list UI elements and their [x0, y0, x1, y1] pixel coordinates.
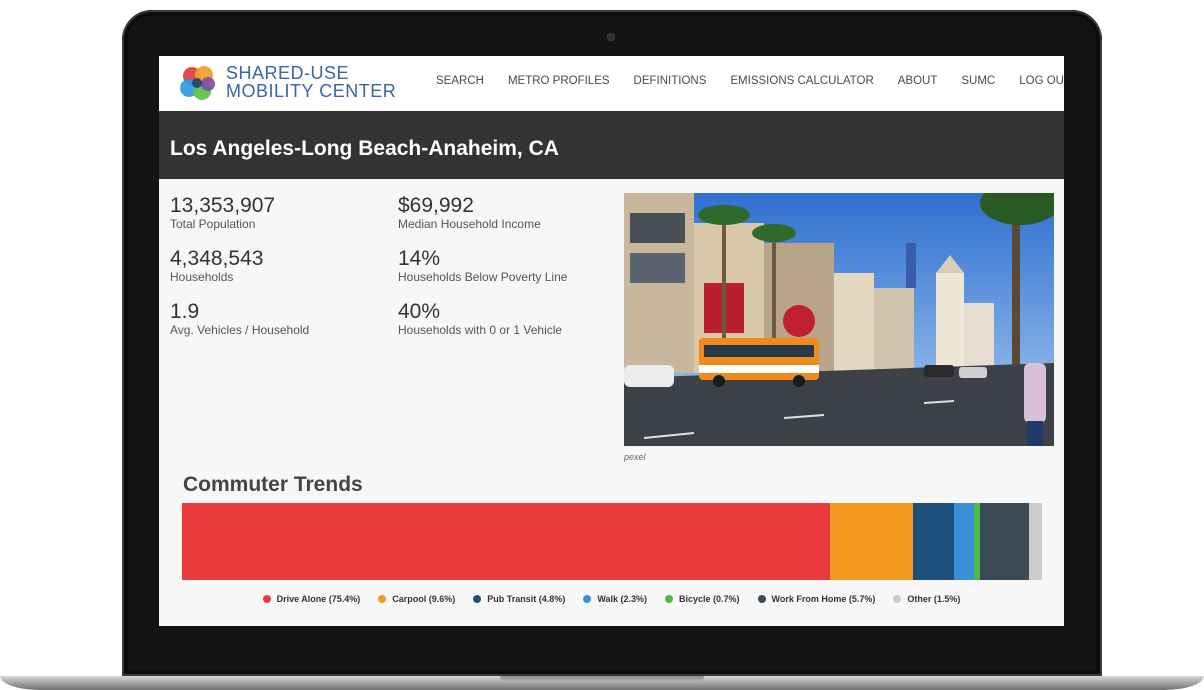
city-street-photo [624, 193, 1054, 446]
legend-item: Work From Home (5.7%) [757, 594, 876, 604]
stat-label: Total Population [170, 217, 256, 231]
commuter-bar-segment-3[interactable] [954, 503, 975, 580]
stat-label: Households [170, 270, 234, 284]
nav-sumc[interactable]: SUMC [961, 75, 995, 87]
legend-dot-icon [262, 595, 271, 603]
legend-label: Bicycle (0.7%) [679, 594, 740, 604]
legend-item: Other (1.5%) [893, 594, 960, 604]
browser-screen: SHARED-USE MOBILITY CENTER SEARCH METRO … [159, 56, 1064, 626]
stat-value: 1.9 [170, 300, 200, 323]
legend-label: Pub Transit (4.8%) [487, 594, 566, 604]
photo-caption: pexel [624, 452, 646, 462]
legend-dot-icon [473, 595, 482, 603]
laptop-base-notch [500, 676, 704, 682]
stat-label: Households with 0 or 1 Vehicle [398, 323, 563, 337]
legend-dot-icon [893, 595, 902, 603]
legend-item: Bicycle (0.7%) [665, 594, 740, 604]
legend-label: Carpool (9.6%) [392, 594, 456, 604]
commuter-bar-segment-1[interactable] [830, 503, 913, 580]
title-bar: Los Angeles-Long Beach-Anaheim, CA [159, 111, 1064, 179]
webcam [608, 34, 614, 40]
legend-item: Pub Transit (4.8%) [473, 594, 565, 604]
nav-log-out[interactable]: LOG OUT [1019, 75, 1064, 87]
logo-circles-icon [180, 66, 215, 100]
legend-label: Other (1.5%) [907, 594, 961, 604]
commuter-trends-title: Commuter Trends [183, 473, 363, 496]
site-header: SHARED-USE MOBILITY CENTER SEARCH METRO … [159, 56, 1064, 111]
stat-label: Avg. Vehicles / Household [170, 323, 310, 337]
commuter-trends-bar [182, 503, 1042, 580]
commuter-bar-segment-0[interactable] [182, 503, 831, 580]
stat-value: 14% [398, 247, 441, 270]
legend-label: Walk (2.3%) [597, 594, 648, 604]
stat-label: Households Below Poverty Line [398, 270, 568, 284]
stat-value: 40% [398, 300, 441, 323]
main-nav: SEARCH METRO PROFILES DEFINITIONS EMISSI… [436, 75, 1064, 87]
nav-about[interactable]: ABOUT [898, 75, 938, 87]
street-scene-illustration [624, 193, 1054, 446]
legend-item: Carpool (9.6%) [378, 594, 455, 604]
stat-avg-vehicles: 1.9 Avg. Vehicles / Household [170, 301, 309, 338]
stat-value: 13,353,907 [170, 194, 276, 217]
brand-line-2: MOBILITY CENTER [226, 81, 397, 101]
stat-value: 4,348,543 [170, 247, 264, 270]
legend-dot-icon [665, 595, 674, 603]
stat-label: Median Household Income [398, 217, 541, 231]
legend-label: Work From Home (5.7%) [771, 594, 876, 604]
stat-poverty: 14% Households Below Poverty Line [398, 248, 567, 285]
stat-total-population: 13,353,907 Total Population [170, 195, 275, 232]
page-title: Los Angeles-Long Beach-Anaheim, CA [170, 137, 559, 160]
legend-item: Drive Alone (75.4%) [262, 594, 361, 604]
legend-dot-icon [583, 595, 592, 603]
commuter-trends-legend: Drive Alone (75.4%) Carpool (9.6%) Pub Tra… [159, 594, 1064, 604]
legend-item: Walk (2.3%) [583, 594, 647, 604]
nav-search[interactable]: SEARCH [436, 75, 484, 87]
stat-households: 4,348,543 Households [170, 248, 263, 285]
nav-definitions[interactable]: DEFINITIONS [634, 75, 707, 87]
legend-label: Drive Alone (75.4%) [276, 594, 361, 604]
brand-name: SHARED-USE MOBILITY CENTER [226, 64, 396, 100]
commuter-bar-segment-6[interactable] [1029, 503, 1042, 580]
nav-emissions-calculator[interactable]: EMISSIONS CALCULATOR [730, 75, 873, 87]
nav-metro-profiles[interactable]: METRO PROFILES [508, 75, 610, 87]
legend-dot-icon [757, 595, 766, 603]
commuter-bar-segment-5[interactable] [980, 503, 1030, 580]
brand-line-1: SHARED-USE [226, 63, 350, 83]
stat-low-vehicle: 40% Households with 0 or 1 Vehicle [398, 301, 562, 338]
commuter-bar-segment-2[interactable] [912, 503, 955, 580]
stat-value: $69,992 [398, 194, 474, 217]
stat-median-income: $69,992 Median Household Income [398, 195, 541, 232]
legend-dot-icon [378, 595, 387, 603]
